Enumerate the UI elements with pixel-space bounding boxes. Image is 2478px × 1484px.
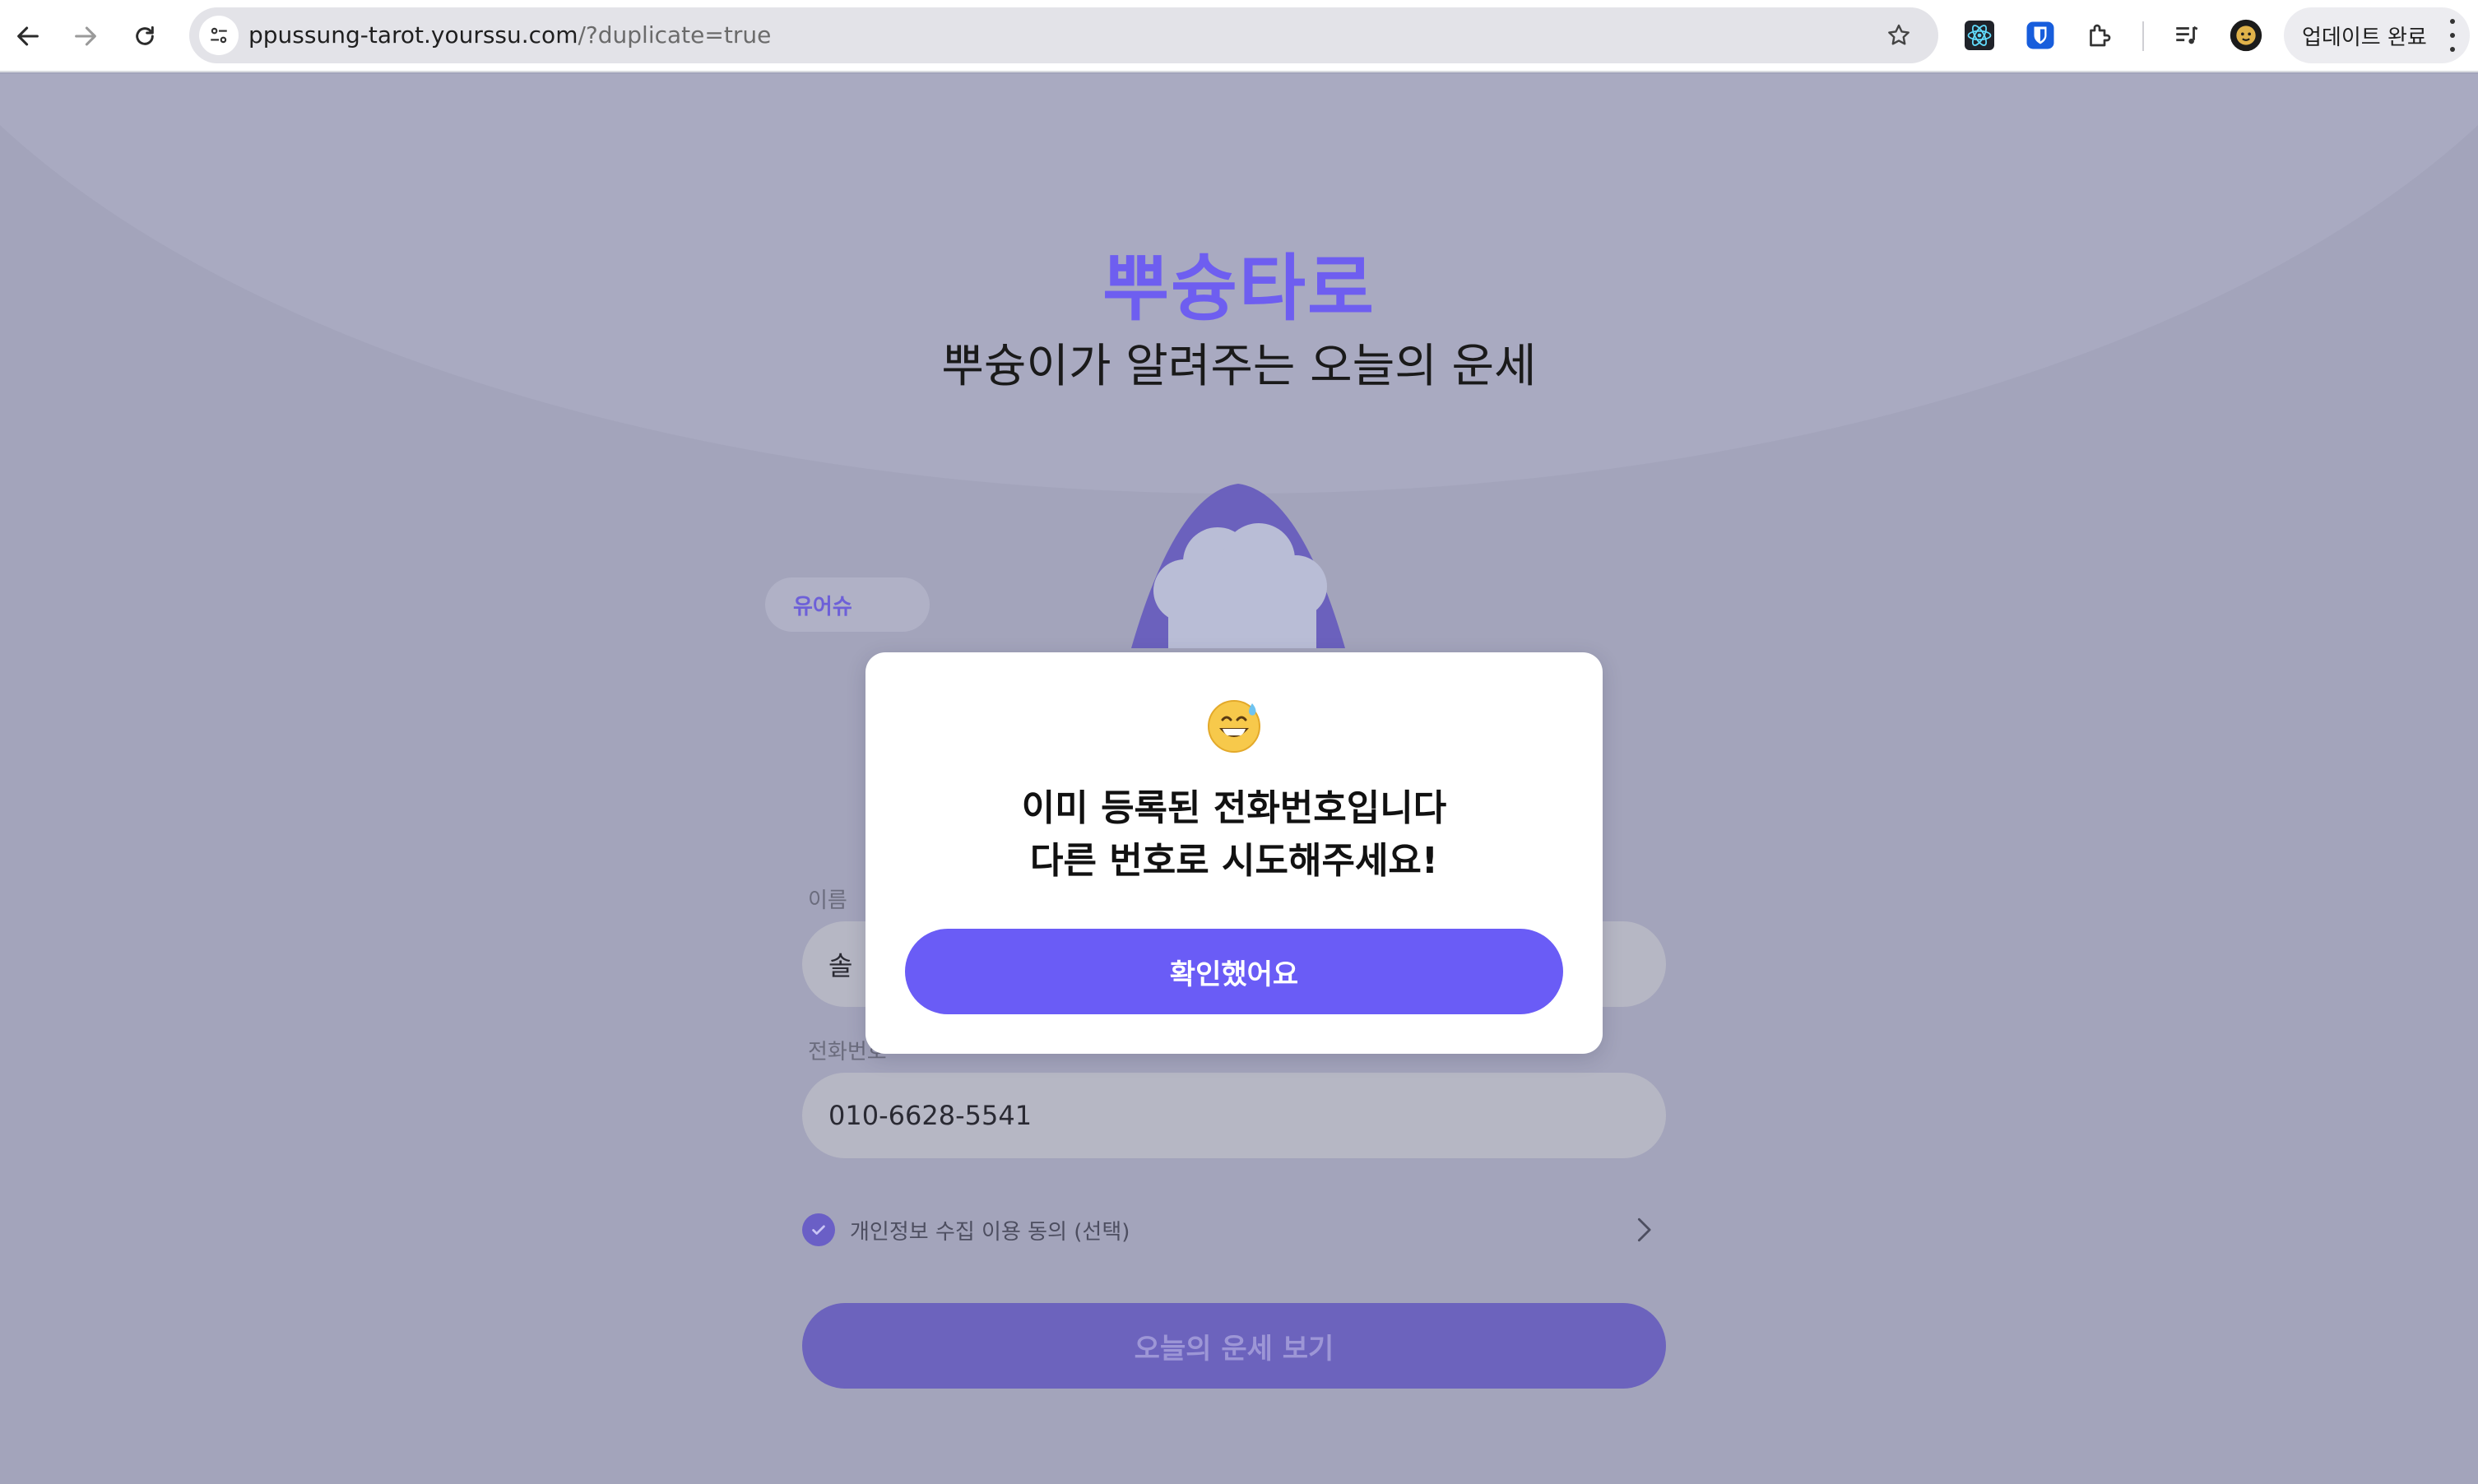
page-viewport: 뿌슝타로 뿌슝이가 알려주는 오늘의 운세 유어슈 이름 솔 전화번호 010-… — [0, 74, 2478, 1484]
duplicate-phone-dialog: 이미 등록된 전화번호입니다 다른 번호로 시도해주세요! 확인했어요 — [865, 652, 1603, 1054]
more-menu-icon[interactable] — [2448, 19, 2457, 52]
confirm-button-label: 확인했어요 — [1169, 958, 1299, 991]
toolbar-divider — [2142, 21, 2144, 51]
phone-input[interactable]: 010-6628-5541 — [802, 1073, 1666, 1158]
react-devtools-icon[interactable] — [1961, 17, 1998, 53]
brand-title: 뿌슝타로 — [1102, 246, 1376, 331]
checkmark-icon — [812, 1225, 825, 1235]
consent-checkbox[interactable] — [802, 1213, 835, 1246]
grinning-sweat-emoji-icon — [1208, 700, 1260, 753]
url-host: ppussung-tarot.yourssu.com — [248, 21, 578, 49]
password-manager-icon[interactable] — [2022, 17, 2058, 53]
back-icon[interactable] — [7, 15, 49, 58]
chip-label: 유어슈 — [793, 594, 852, 619]
update-button[interactable]: 업데이트 완료 — [2284, 7, 2470, 63]
privacy-consent-row[interactable]: 개인정보 수집 이용 동의 (선택) — [802, 1208, 1666, 1252]
url-path: /?duplicate=true — [578, 21, 772, 49]
view-fortune-label: 오늘의 운세 보기 — [1134, 1332, 1334, 1366]
forward-icon[interactable] — [64, 15, 107, 58]
profile-avatar-icon[interactable] — [2228, 17, 2264, 53]
media-controls-icon[interactable] — [2169, 17, 2205, 53]
name-label: 이름 — [808, 888, 847, 913]
view-fortune-button[interactable]: 오늘의 운세 보기 — [802, 1303, 1666, 1389]
dialog-message-line1: 이미 등록된 전화번호입니다 — [1021, 787, 1447, 829]
extensions-puzzle-icon[interactable] — [2081, 17, 2118, 53]
url-text[interactable]: ppussung-tarot.yourssu.com/?duplicate=tr… — [248, 7, 771, 63]
confirm-button[interactable]: 확인했어요 — [905, 929, 1563, 1014]
consent-label: 개인정보 수집 이용 동의 (선택) — [850, 1219, 1130, 1245]
dialog-message-line2: 다른 번호로 시도해주세요! — [1030, 840, 1438, 882]
mascot-illustration — [1131, 484, 1345, 648]
update-button-label: 업데이트 완료 — [2302, 25, 2427, 50]
reload-icon[interactable] — [123, 15, 166, 58]
yourssu-chip: 유어슈 — [765, 577, 930, 632]
name-value: 솔 — [828, 950, 853, 981]
chevron-right-icon[interactable] — [1630, 1216, 1658, 1244]
page-tagline: 뿌슝이가 알려주는 오늘의 운세 — [941, 340, 1537, 393]
phone-value: 010-6628-5541 — [828, 1100, 1032, 1131]
address-bar[interactable]: ppussung-tarot.yourssu.com/?duplicate=tr… — [189, 7, 1938, 63]
browser-toolbar: ppussung-tarot.yourssu.com/?duplicate=tr… — [0, 0, 2478, 72]
site-info-icon[interactable] — [199, 16, 239, 55]
bookmark-star-icon[interactable] — [1881, 17, 1917, 53]
